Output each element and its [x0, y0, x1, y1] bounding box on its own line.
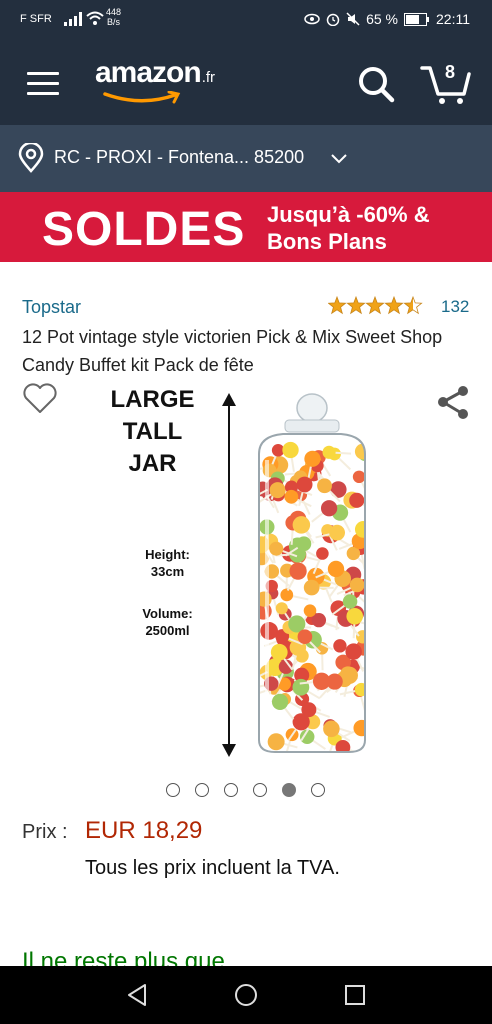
mute-icon: [346, 12, 360, 26]
height-spec: Height: 33cm: [145, 547, 190, 579]
star-icon: [346, 296, 366, 315]
product-title: 12 Pot vintage style victorien Pick & Mi…: [22, 327, 443, 375]
height-arrow: [222, 393, 236, 757]
eye-icon: [304, 13, 320, 25]
image-carousel-dots[interactable]: [166, 783, 325, 797]
carousel-dot[interactable]: [195, 783, 209, 797]
carousel-dot[interactable]: [166, 783, 180, 797]
product-image[interactable]: LARGE TALL JAR Height: 33cm Volume: 2500…: [95, 380, 395, 770]
star-icon: [403, 296, 423, 315]
smile-icon: [103, 91, 181, 104]
stock-notice: Il ne reste plus que: [22, 948, 225, 966]
location-pin-icon: [18, 143, 44, 173]
wifi-icon: [86, 11, 104, 25]
signal-icon: [64, 12, 82, 26]
search-icon[interactable]: [356, 64, 396, 104]
alarm-icon: [326, 13, 340, 26]
review-count[interactable]: 132: [441, 297, 469, 317]
back-icon[interactable]: [126, 983, 148, 1007]
home-icon[interactable]: [234, 983, 258, 1007]
amazon-logo[interactable]: amazon.fr: [95, 56, 215, 104]
price-value: EUR 18,29: [85, 817, 203, 844]
recents-icon[interactable]: [344, 984, 366, 1006]
clock: 22:11: [436, 11, 470, 27]
menu-icon[interactable]: [27, 72, 59, 96]
volume-spec: Volume: 2500ml: [142, 606, 193, 638]
rating-stars[interactable]: [328, 296, 424, 316]
soldes-banner[interactable]: SOLDES Jusqu’à -60% & Bons Plans: [0, 192, 492, 262]
star-icon: [365, 296, 385, 315]
network-speed: 448 B/s: [106, 7, 122, 27]
heart-icon[interactable]: [22, 383, 58, 415]
system-nav-bar: [0, 966, 492, 1024]
price-label: Prix :: [22, 821, 68, 843]
delivery-location-bar[interactable]: RC - PROXI - Fontena... 85200: [0, 125, 492, 192]
brand-link[interactable]: Topstar: [22, 297, 81, 318]
cart-count: 8: [445, 62, 456, 82]
status-bar: F SFR 448 B/s 65 % 22:11: [0, 0, 492, 40]
location-text: RC - PROXI - Fontena... 85200: [54, 147, 305, 167]
star-icon: [328, 296, 347, 315]
star-icon: [384, 296, 404, 315]
carousel-dot[interactable]: [282, 783, 296, 797]
battery-percent: 65 %: [366, 11, 398, 27]
carrier-label: F SFR: [20, 13, 52, 25]
banner-headline: SOLDES: [42, 203, 246, 256]
image-headline: LARGE TALL JAR: [110, 386, 195, 477]
app-header: amazon.fr 8: [0, 40, 492, 125]
carousel-dot[interactable]: [224, 783, 238, 797]
carousel-dot[interactable]: [311, 783, 325, 797]
battery-icon: [404, 12, 429, 26]
tva-note: Tous les prix incluent la TVA.: [85, 857, 340, 879]
chevron-down-icon: [331, 154, 347, 164]
banner-subtext: Jusqu’à -60% & Bons Plans: [267, 202, 430, 254]
candy-jar-image: [258, 393, 366, 753]
carousel-dot[interactable]: [253, 783, 267, 797]
status-right: 65 % 22:11: [304, 11, 470, 27]
cart-button[interactable]: 8: [420, 60, 472, 106]
share-icon[interactable]: [436, 385, 472, 421]
